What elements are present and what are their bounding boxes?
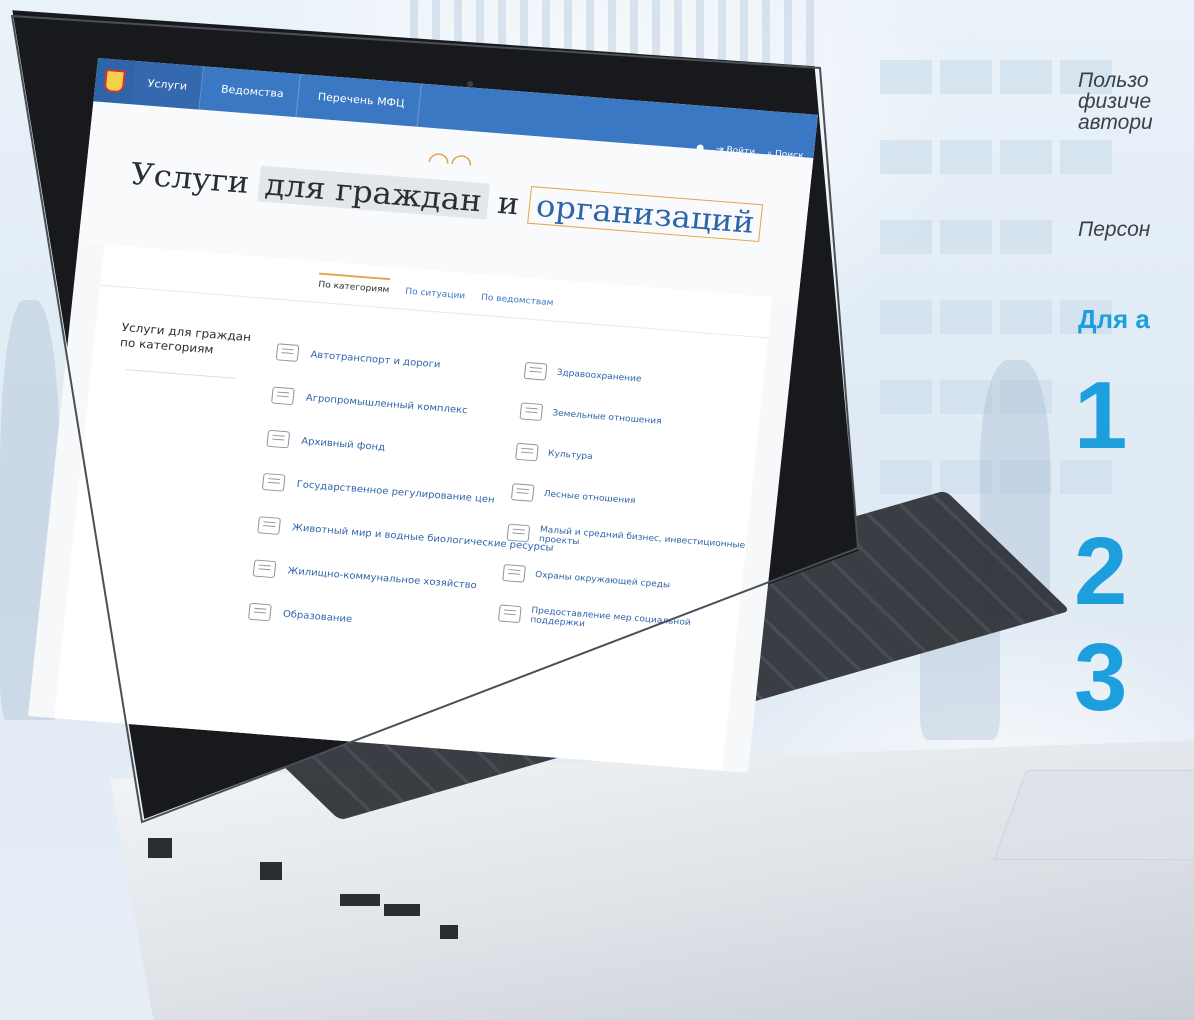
divider <box>125 369 236 379</box>
for-heading: Для а <box>1078 304 1150 334</box>
house-icon <box>252 559 277 579</box>
category-label: Предоставление мер социальной поддержки <box>529 605 692 629</box>
building-icon <box>261 472 286 492</box>
port-icon <box>384 904 420 916</box>
category-label: Архивный фонд <box>300 435 386 453</box>
step-number: 1 <box>1074 362 1128 469</box>
globe-icon <box>271 386 295 406</box>
laptop-screen: Услуги Ведомства Перечень МФЦ ● ⇥ Войти … <box>28 58 818 773</box>
tab-by-category[interactable]: По категориям <box>316 272 391 308</box>
category-label: Государственное регулирование цен <box>296 478 496 505</box>
book-icon <box>248 602 272 622</box>
car-icon <box>275 343 300 362</box>
intro-line: физиче <box>1078 90 1152 113</box>
intro-line: автори <box>1078 111 1153 134</box>
category-label: Здравоохранение <box>556 367 642 384</box>
services-panel: По категориям По ситуации По ведомствам … <box>52 244 773 773</box>
port-icon <box>148 838 172 858</box>
archive-icon <box>266 429 291 449</box>
cow-icon <box>257 516 281 535</box>
category-label: Малый и средний бизнес, инвестиционные п… <box>538 524 746 551</box>
heart-icon <box>523 361 548 381</box>
help-icon[interactable]: ● <box>696 143 705 153</box>
personal-line: Персон <box>1078 218 1151 241</box>
intro-line: Пользо <box>1078 69 1149 92</box>
category-label: Образование <box>282 608 353 625</box>
tab-by-department[interactable]: По ведомствам <box>479 293 554 320</box>
step-number: 3 <box>1074 624 1128 731</box>
laptop-trackpad <box>993 770 1194 860</box>
category-label: Охраны окружающей среды <box>534 569 671 590</box>
leaf-icon <box>502 563 527 583</box>
nav-item-mfc-list[interactable]: Перечень МФЦ <box>301 74 422 127</box>
category-label: Агропромышленный комплекс <box>305 392 469 416</box>
category-label: Культура <box>547 448 594 462</box>
hand-icon <box>497 603 522 623</box>
category-column: Здравоохранение Земельные отношения Куль… <box>497 350 765 652</box>
step-number: 2 <box>1074 518 1128 625</box>
port-icon <box>260 862 282 880</box>
category-label: Автотранспорт и дороги <box>309 349 442 370</box>
category-label: Земельные отношения <box>551 408 662 427</box>
land-icon <box>519 401 544 421</box>
side-panel: Пользо физиче автори Персон Для а 1 2 3 <box>1074 69 1194 726</box>
briefcase-icon <box>510 482 535 502</box>
logo-icon[interactable] <box>93 58 136 105</box>
title-word: и <box>495 184 522 222</box>
category-label: Жилищно-коммунальное хозяйство <box>286 565 478 591</box>
category-heading: Услуги для граждан по категориям <box>119 320 252 357</box>
port-icon <box>440 925 458 939</box>
picture-icon <box>515 442 539 461</box>
port-icon <box>340 894 380 906</box>
title-word: Услуги <box>128 155 252 201</box>
nav-item-services[interactable]: Услуги <box>131 61 205 110</box>
category-label: Лесные отношения <box>543 489 636 506</box>
nav-item-departments[interactable]: Ведомства <box>204 66 301 118</box>
tab-by-situation[interactable]: По ситуации <box>403 287 466 313</box>
leaf-icon <box>506 523 531 542</box>
